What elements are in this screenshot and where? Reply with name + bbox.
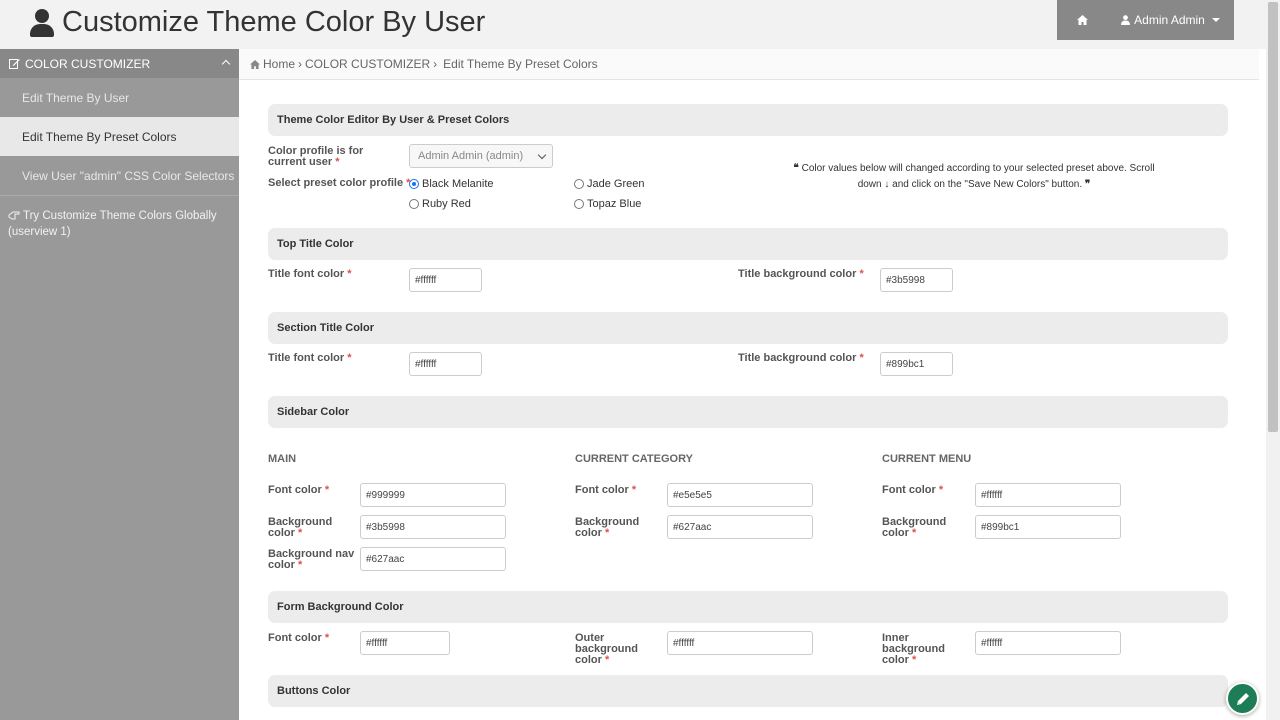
user-menu-button[interactable]: Admin Admin xyxy=(1107,0,1234,40)
breadcrumb-home[interactable]: Home xyxy=(263,57,295,71)
sidebar-category-font-label: Font color * xyxy=(575,484,637,496)
sidebar-menu-bg-input[interactable]: #899bc1 xyxy=(975,515,1121,539)
chevron-up-icon xyxy=(221,59,231,69)
page-title-text: Customize Theme Color By User xyxy=(62,6,486,38)
sidebar-item-label: Try Customize Theme Colors Globally (use… xyxy=(8,210,217,238)
section-section-title-color: Section Title Color xyxy=(268,312,1228,344)
page-title: Customize Theme Color By User xyxy=(30,6,485,39)
sidebar-section-header[interactable]: COLOR CUSTOMIZER xyxy=(0,49,239,78)
top-title-bg-label: Title background color * xyxy=(738,268,864,280)
section-title-bg-label: Title background color * xyxy=(738,352,864,364)
section-sidebar-color: Sidebar Color xyxy=(268,396,1228,428)
arrow-down-icon: ↓ xyxy=(884,179,890,190)
preset-radio-ruby-red[interactable]: Ruby Red xyxy=(409,198,471,210)
page-scrollbar[interactable] xyxy=(1266,0,1280,720)
section-title-bg-input[interactable]: #899bc1 xyxy=(880,352,953,376)
sidebar-main-bg-label: Background color * xyxy=(268,516,333,539)
form-outer-bg-label: Outer background color * xyxy=(575,632,638,666)
sidebar-category-heading: CURRENT CATEGORY xyxy=(575,453,693,465)
chevron-right-icon: › xyxy=(433,57,438,71)
scrollbar-thumb[interactable] xyxy=(1268,2,1278,432)
preset-radio-topaz-blue[interactable]: Topaz Blue xyxy=(574,198,641,210)
sidebar-menu-heading: CURRENT MENU xyxy=(882,453,972,465)
top-header: Customize Theme Color By User Admin Admi… xyxy=(0,0,1280,49)
preset-radio-jade-green[interactable]: Jade Green xyxy=(574,178,644,190)
hand-pointer-icon xyxy=(8,211,20,220)
sidebar-main-font-label: Font color * xyxy=(268,484,330,496)
sidebar-item-edit-theme-by-preset[interactable]: Edit Theme By Preset Colors xyxy=(0,117,239,156)
top-title-font-label: Title font color * xyxy=(268,268,352,280)
quote-right-icon: ❞ xyxy=(1084,179,1091,190)
sidebar-menu-font-label: Font color * xyxy=(882,484,944,496)
sidebar-main-heading: MAIN xyxy=(268,453,297,465)
profile-label: Color profile is for current user * xyxy=(268,145,364,168)
sidebar-item-view-css-selectors[interactable]: View User "admin" CSS Color Selectors xyxy=(0,156,239,195)
form-inner-bg-label: Inner background color * xyxy=(882,632,945,666)
user-icon xyxy=(1121,15,1131,25)
top-title-bg-input[interactable]: #3b5998 xyxy=(880,268,953,292)
sidebar: COLOR CUSTOMIZER Edit Theme By User Edit… xyxy=(0,49,239,720)
user-icon xyxy=(30,8,54,37)
sidebar-main-font-input[interactable]: #999999 xyxy=(360,483,506,507)
sidebar-main-nav-input[interactable]: #627aac xyxy=(360,547,506,571)
sidebar-category-bg-input[interactable]: #627aac xyxy=(667,515,813,539)
sidebar-menu-font-input[interactable]: #ffffff xyxy=(975,483,1121,507)
form-outer-bg-input[interactable]: #ffffff xyxy=(667,631,813,655)
form-font-label: Font color * xyxy=(268,632,330,644)
sidebar-menu-bg-label: Background color * xyxy=(882,516,947,539)
sidebar-category-bg-label: Background color * xyxy=(575,516,640,539)
pencil-icon xyxy=(1236,692,1249,705)
section-title: Section Title Color xyxy=(277,322,374,334)
user-menu-label: Admin Admin xyxy=(1134,13,1205,27)
sidebar-item-global-customize[interactable]: Try Customize Theme Colors Globally (use… xyxy=(0,196,239,240)
section-title: Theme Color Editor By User & Preset Colo… xyxy=(277,114,510,126)
floating-edit-button[interactable] xyxy=(1226,682,1259,715)
section-title: Buttons Color xyxy=(277,685,351,697)
caret-down-icon xyxy=(1211,18,1220,22)
sidebar-item-label: View User "admin" CSS Color Selectors xyxy=(22,168,235,183)
home-icon xyxy=(1076,15,1088,25)
home-button[interactable] xyxy=(1057,0,1107,40)
sidebar-main-nav-label: Background nav color * xyxy=(268,548,355,571)
edit-icon xyxy=(9,59,20,69)
preset-radio-black-melanite[interactable]: Black Melanite xyxy=(409,178,494,190)
section-buttons-color: Buttons Color xyxy=(268,675,1228,707)
section-form-background-color: Form Background Color xyxy=(268,591,1228,623)
section-title: Sidebar Color xyxy=(277,406,350,418)
chevron-down-icon xyxy=(537,150,547,160)
sidebar-section-label: COLOR CUSTOMIZER xyxy=(25,56,151,71)
note-text-1: Color values below will changed accordin… xyxy=(801,163,1155,174)
form-font-input[interactable]: #ffffff xyxy=(360,631,450,655)
section-theme-editor: Theme Color Editor By User & Preset Colo… xyxy=(268,104,1228,136)
section-top-title-color: Top Title Color xyxy=(268,228,1228,260)
profile-select[interactable]: Admin Admin (admin) xyxy=(409,144,553,168)
form-inner-bg-input[interactable]: #ffffff xyxy=(975,631,1121,655)
section-title: Form Background Color xyxy=(277,601,404,613)
note-text-2a: down xyxy=(857,179,882,190)
quote-left-icon: ❝ xyxy=(793,163,799,174)
sidebar-item-label: Edit Theme By User xyxy=(22,90,130,105)
top-title-font-input[interactable]: #ffffff xyxy=(409,268,482,292)
section-title-font-input[interactable]: #ffffff xyxy=(409,352,482,376)
profile-select-value: Admin Admin (admin) xyxy=(418,150,524,162)
preset-note: ❝ Color values below will changed accord… xyxy=(789,161,1159,193)
sidebar-item-label: Edit Theme By Preset Colors xyxy=(22,129,177,144)
breadcrumb-current: Edit Theme By Preset Colors xyxy=(443,57,598,71)
sidebar-category-font-input[interactable]: #e5e5e5 xyxy=(667,483,813,507)
note-text-2b: and click on the "Save New Colors" butto… xyxy=(892,179,1083,190)
section-title-font-label: Title font color * xyxy=(268,352,352,364)
top-nav: Admin Admin xyxy=(1057,0,1234,40)
sidebar-main-bg-input[interactable]: #3b5998 xyxy=(360,515,506,539)
section-title: Top Title Color xyxy=(277,238,354,250)
chevron-right-icon: › xyxy=(298,57,303,71)
breadcrumb-section[interactable]: COLOR CUSTOMIZER xyxy=(305,57,430,71)
preset-label: Select preset color profile * xyxy=(268,177,410,189)
breadcrumb: Home › COLOR CUSTOMIZER › Edit Theme By … xyxy=(239,49,1259,80)
sidebar-item-edit-theme-by-user[interactable]: Edit Theme By User xyxy=(0,78,239,117)
home-icon xyxy=(250,59,260,69)
main-content: Theme Color Editor By User & Preset Colo… xyxy=(239,81,1266,720)
